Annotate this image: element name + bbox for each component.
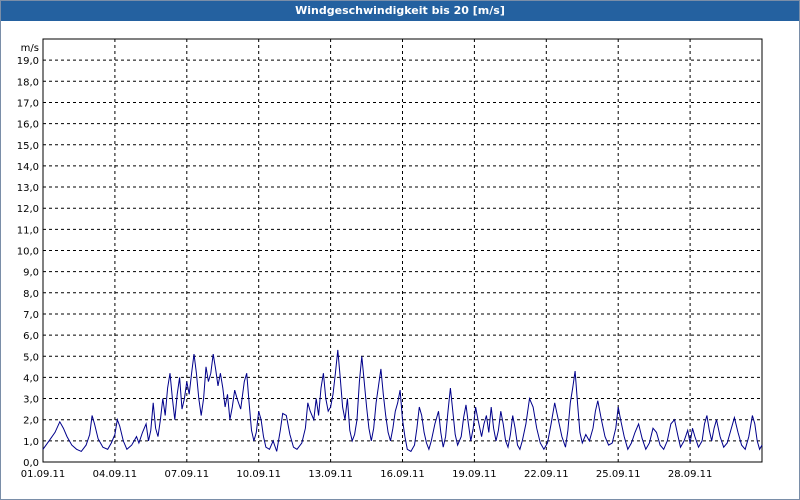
y-tick-label: 12,0 [17, 204, 39, 215]
y-tick-label: 17,0 [17, 98, 39, 109]
x-axis-ticks: 01.09.11 04.09.11 07.09.11 10.09.11 13.09.11… [21, 469, 713, 480]
y-tick-label: 1,0 [23, 437, 39, 448]
y-tick-label: 10,0 [17, 247, 39, 258]
y-tick-label: 16,0 [17, 120, 39, 131]
grid [43, 39, 762, 462]
y-tick-label: 19,0 [17, 56, 39, 67]
y-tick-label: 3,0 [23, 395, 39, 406]
y-tick-label: 8,0 [23, 289, 39, 300]
y-tick-label: 5,0 [23, 352, 39, 363]
y-tick-label: 15,0 [17, 141, 39, 152]
x-tick-label: 28.09.11 [668, 469, 713, 480]
y-axis-label: m/s [21, 43, 39, 54]
x-tick-label: 13.09.11 [308, 469, 353, 480]
y-tick-label: 14,0 [17, 162, 39, 173]
x-tick-label: 07.09.11 [165, 469, 210, 480]
x-tick-label: 01.09.11 [21, 469, 66, 480]
y-tick-label: 9,0 [23, 268, 39, 279]
chart-svg: m/s 0,0 1,0 2,0 3,0 4,0 5,0 6,0 7,0 8,0 9,0 10,0 11… [17, 38, 763, 480]
y-tick-label: 0,0 [23, 458, 39, 469]
chart-window: Windgeschwindigkeit bis 20 [m/s] m/s 0,0… [0, 0, 800, 500]
x-tick-label: 10.09.11 [236, 469, 281, 480]
x-tick-label: 22.09.11 [524, 469, 569, 480]
x-tick-label: 16.09.11 [380, 469, 425, 480]
y-tick-label: 7,0 [23, 310, 39, 321]
y-axis-ticks: 0,0 1,0 2,0 3,0 4,0 5,0 6,0 7,0 8,0 9,0 10,0 11,0 12… [17, 56, 39, 469]
x-tick-label: 04.09.11 [93, 469, 138, 480]
y-tick-label: 18,0 [17, 77, 39, 88]
y-tick-label: 6,0 [23, 331, 39, 342]
y-tick-label: 4,0 [23, 373, 39, 384]
y-tick-label: 11,0 [17, 225, 39, 236]
x-tick-label: 25.09.11 [596, 469, 641, 480]
x-tick-label: 19.09.11 [452, 469, 497, 480]
y-tick-label: 13,0 [17, 183, 39, 194]
y-tick-label: 2,0 [23, 416, 39, 427]
